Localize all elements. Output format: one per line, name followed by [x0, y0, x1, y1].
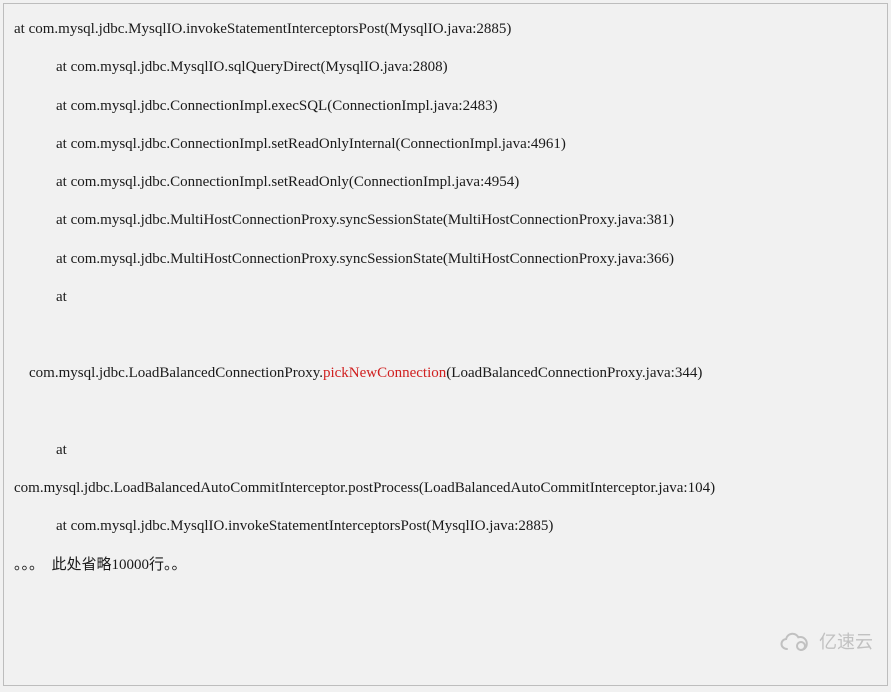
stack-line: at: [56, 431, 877, 469]
highlighted-method: pickNewConnection: [323, 365, 446, 381]
stack-line: at com.mysql.jdbc.ConnectionImpl.execSQL…: [56, 87, 877, 125]
stack-line: at com.mysql.jdbc.ConnectionImpl.setRead…: [56, 125, 877, 163]
stack-line: at com.mysql.jdbc.MysqlIO.invokeStatemen…: [14, 10, 877, 48]
stack-line: at com.mysql.jdbc.MysqlIO.invokeStatemen…: [56, 507, 877, 545]
stack-line: at: [56, 278, 877, 316]
stack-line: at com.mysql.jdbc.MysqlIO.sqlQueryDirect…: [56, 48, 877, 86]
stack-line-highlight: com.mysql.jdbc.LoadBalancedConnectionPro…: [14, 316, 877, 431]
stack-line: com.mysql.jdbc.LoadBalancedAutoCommitInt…: [14, 469, 877, 507]
stack-text: com.mysql.jdbc.LoadBalancedConnectionPro…: [29, 365, 323, 381]
stack-line: at com.mysql.jdbc.MultiHostConnectionPro…: [56, 201, 877, 239]
ellipsis-note: 。。。 此处省略10000行。。: [14, 546, 877, 584]
stacktrace-container: at com.mysql.jdbc.MysqlIO.invokeStatemen…: [3, 3, 888, 686]
stack-line: at com.mysql.jdbc.ConnectionImpl.setRead…: [56, 163, 877, 201]
stack-line: at com.mysql.jdbc.MultiHostConnectionPro…: [56, 240, 877, 278]
stack-text: (LoadBalancedConnectionProxy.java:344): [446, 365, 702, 381]
